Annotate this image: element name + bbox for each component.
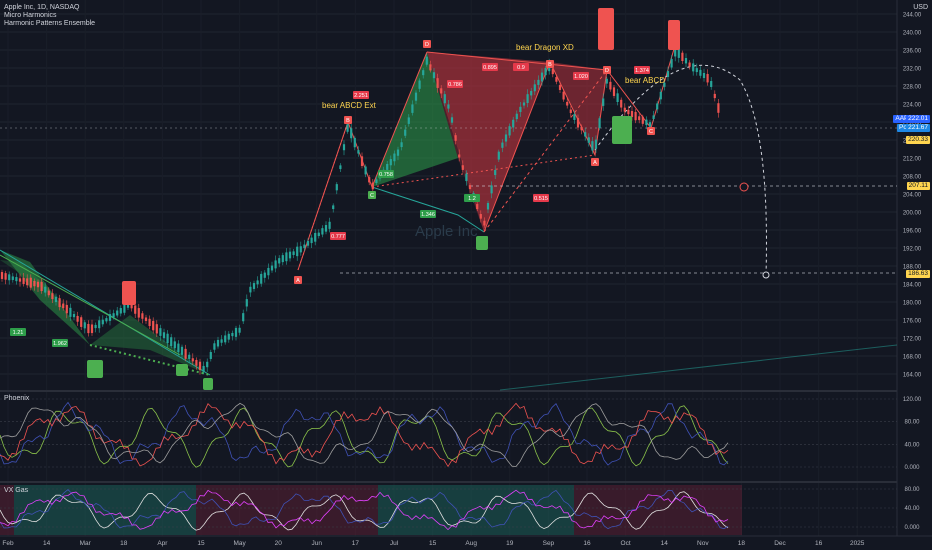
time-tick: Sep [543,540,555,547]
bull-signal-box [203,378,213,390]
pattern-label-abcd-ext: bear ABCD Ext [322,101,377,110]
point-marker: A [296,278,300,284]
pattern-label-abcd: bear ABCD [625,76,665,85]
osc-tick: 120.00 [903,397,922,403]
bear-signal-box [668,20,680,50]
price-axis-ticks: 244.00240.00236.00232.00228.00224.00220.… [903,13,922,379]
time-axis[interactable]: Feb 14 Mar 18 Apr 15 May 20 Jun 17 Jul 15 Aug 19 Sep 16… [2,540,864,547]
time-tick: Jun [312,540,323,547]
vx-gas-pane[interactable]: 80.00 40.00 0.000 [0,485,920,535]
time-tick: 14 [661,540,669,547]
point-marker: D [425,42,429,48]
time-tick: May [233,540,246,547]
osc-tick: 80.00 [904,420,920,426]
time-tick: Oct [621,540,631,547]
time-tick: 18 [738,540,746,547]
time-tick: 15 [429,540,437,547]
ratio-badge: 1.2 [468,196,476,202]
price-tick: 168.00 [903,355,922,361]
time-tick: Jul [390,540,399,547]
price-tick: 204.00 [903,193,922,199]
time-tick: 19 [506,540,514,547]
price-tick: 232.00 [903,67,922,73]
time-tick: 20 [275,540,283,547]
price-tick: 212.00 [903,157,922,163]
bull-signal-box [476,236,488,250]
time-tick: 2025 [850,540,865,547]
time-tick: Mar [80,540,92,547]
ratio-badge: 0.9 [517,65,525,71]
price-tick: 224.00 [903,103,922,109]
point-marker: C [370,193,374,199]
point-marker: C [649,129,653,135]
symbol-title[interactable]: Apple Inc, 1D, NASDAQ [4,4,79,12]
ratio-badge: 1.020 [574,74,588,80]
aapl-tag-value: 222.01 [906,115,930,123]
ratio-badge: 1.21 [13,330,24,336]
time-tick: Apr [157,540,168,547]
ratio-badge: 0.786 [448,82,462,88]
bull-signal-box [612,116,632,144]
ratio-badge: 0.895 [483,65,497,71]
post-tag-value: 221.67 [906,124,930,132]
price-tick: 176.00 [903,319,922,325]
level-186-tag: 186.63 [906,270,930,278]
ratio-badge: 0.777 [331,234,345,240]
vx-gas-title[interactable]: VX Gas [4,487,28,494]
ratio-badge: 2.251 [354,93,368,99]
price-tick: 196.00 [903,229,922,235]
time-tick: 18 [120,540,128,547]
point-marker: B [346,118,350,124]
bear-signal-box [122,281,136,305]
ratio-badge: 0.515 [534,196,548,202]
indicator-harmonic-ensemble[interactable]: Harmonic Patterns Ensemble [4,20,95,28]
price-tick: 240.00 [903,31,922,37]
price-tick: 184.00 [903,283,922,289]
bull-signal-box [176,364,188,376]
point-marker: D [605,68,609,74]
time-tick: Feb [2,540,14,547]
watermark: Apple Inc [415,223,478,240]
point-marker: B [548,62,552,68]
price-tick: 164.00 [903,373,922,379]
price-tick: 180.00 [903,301,922,307]
time-tick: Dec [774,540,786,547]
time-tick: 16 [815,540,823,547]
osc-tick: 40.00 [904,442,920,448]
pattern-label-dragon: bear Dragon XD [516,43,574,52]
time-tick: 16 [583,540,591,547]
time-tick: Nov [697,540,709,547]
ratio-badge: 1.374 [635,68,649,74]
price-tick: 192.00 [903,247,922,253]
ratio-badge: 1.962 [53,341,67,347]
indicator-micro-harmonics[interactable]: Micro Harmonics [4,12,57,20]
bear-signal-box [598,8,614,50]
ratio-badge: 0.758 [379,172,393,178]
point-marker: A [593,160,597,166]
price-tick: 244.00 [903,13,922,19]
price-tick: 200.00 [903,211,922,217]
osc-tick: 0.000 [904,465,920,471]
price-tick: 208.00 [903,175,922,181]
price-tick: 236.00 [903,49,922,55]
currency-label: USD [913,4,928,11]
phoenix-title[interactable]: Phoenix [4,395,29,402]
trading-chart[interactable]: Apple Inc 1.211.9620.7772.2510.7581.3460… [0,0,932,550]
last-price-tag: 220.33 [906,136,930,144]
osc-tick: 40.00 [904,506,920,512]
bull-signal-box [87,360,103,378]
price-tick: 228.00 [903,85,922,91]
price-tick: 172.00 [903,337,922,343]
time-tick: 14 [43,540,51,547]
ratio-badge: 1.346 [421,212,435,218]
projection-point [762,271,770,279]
osc-tick: 80.00 [904,487,920,493]
time-tick: 15 [197,540,205,547]
osc-tick: 0.000 [904,525,920,531]
time-tick: Aug [465,540,477,547]
projection-point [739,182,749,192]
time-tick: 17 [352,540,360,547]
phoenix-pane[interactable]: 120.00 80.00 40.00 0.000 [0,397,922,471]
level-207-tag: 207.11 [906,182,930,190]
